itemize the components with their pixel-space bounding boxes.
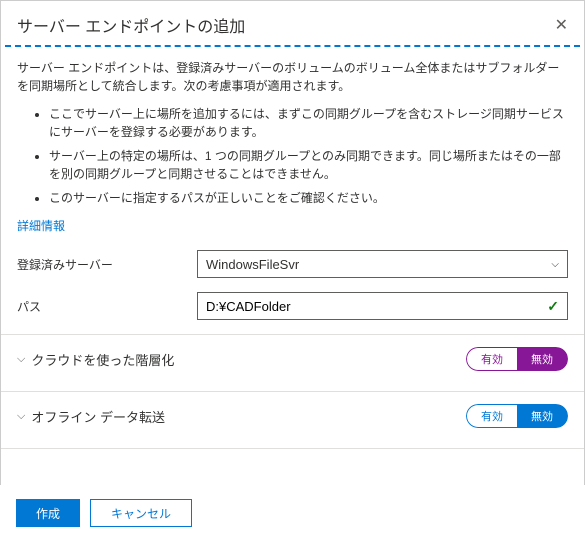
list-item: ここでサーバー上に場所を追加するには、まずこの同期グループを含むストレージ同期サ… [49, 105, 568, 141]
section-cloud-tiering: ⌵ クラウドを使った階層化 有効 無効 [1, 335, 584, 383]
offline-transfer-title: オフライン データ転送 [31, 407, 165, 426]
footer: 作成 キャンセル [0, 485, 585, 541]
cloud-tiering-title: クラウドを使った階層化 [31, 350, 174, 369]
chevron-down-icon: ⌵ [17, 410, 25, 423]
chevron-down-icon: ⌵ [551, 259, 559, 270]
panel-header: サーバー エンドポイントの追加 ✕ [1, 1, 584, 45]
intro-text: サーバー エンドポイントは、登録済みサーバーのボリュームのボリューム全体またはサ… [17, 59, 568, 95]
more-info-link[interactable]: 詳細情報 [17, 217, 65, 234]
cancel-button[interactable]: キャンセル [90, 499, 192, 527]
server-dropdown[interactable]: WindowsFileSvr ⌵ [197, 250, 568, 278]
server-dropdown-value: WindowsFileSvr [206, 257, 299, 272]
section-divider [1, 448, 584, 449]
cloud-tiering-toggle[interactable]: 有効 無効 [466, 347, 568, 371]
toggle-enabled: 有効 [466, 404, 517, 428]
toggle-enabled: 有効 [466, 347, 517, 371]
close-icon[interactable]: ✕ [555, 15, 568, 35]
section-offline-transfer: ⌵ オフライン データ転送 有効 無効 [1, 392, 584, 440]
field-registered-server: 登録済みサーバー WindowsFileSvr ⌵ [17, 250, 568, 278]
considerations-list: ここでサーバー上に場所を追加するには、まずこの同期グループを含むストレージ同期サ… [17, 105, 568, 207]
offline-transfer-toggle[interactable]: 有効 無効 [466, 404, 568, 428]
toggle-disabled: 無効 [517, 347, 568, 371]
panel-title: サーバー エンドポイントの追加 [17, 13, 245, 37]
header-divider [5, 45, 580, 47]
section-toggle-header[interactable]: ⌵ クラウドを使った階層化 [17, 350, 174, 369]
path-input[interactable] [206, 299, 547, 314]
path-label: パス [17, 298, 197, 315]
field-path: パス ✓ [17, 292, 568, 320]
section-toggle-header[interactable]: ⌵ オフライン データ転送 [17, 407, 165, 426]
list-item: このサーバーに指定するパスが正しいことをご確認ください。 [49, 189, 568, 207]
toggle-disabled: 無効 [517, 404, 568, 428]
create-button[interactable]: 作成 [16, 499, 80, 527]
list-item: サーバー上の特定の場所は、1 つの同期グループとのみ同期できます。同じ場所または… [49, 147, 568, 183]
server-label: 登録済みサーバー [17, 256, 197, 273]
check-icon: ✓ [547, 298, 559, 315]
chevron-down-icon: ⌵ [17, 353, 25, 366]
